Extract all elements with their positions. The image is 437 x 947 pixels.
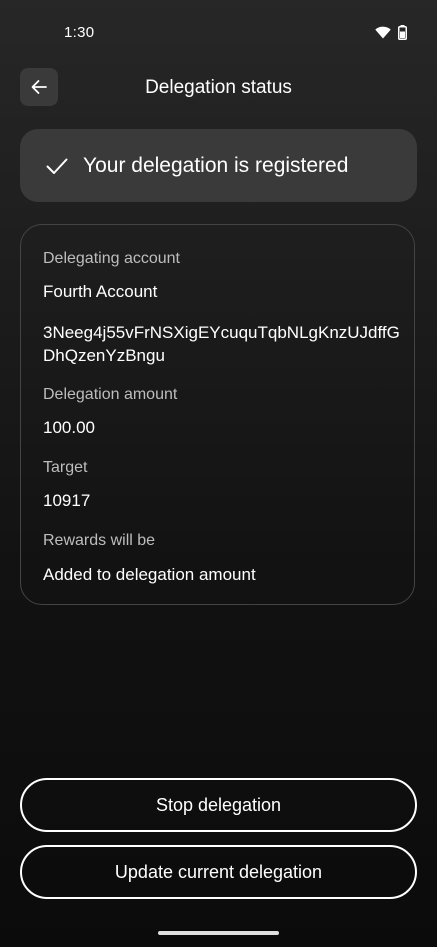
status-icons [375,25,407,40]
checkmark-icon [46,158,68,174]
delegating-account-label: Delegating account [43,250,180,267]
update-delegation-button[interactable]: Update current delegation [20,845,417,899]
target-label: Target [43,459,88,476]
delegation-amount-label: Delegation amount [43,386,178,403]
account-address: 3Neeg4j55vFrNSXigEYcuquTqbNLgKnzUJdffGDh… [43,323,400,365]
target-value: 10917 [43,491,91,510]
registration-banner: Your delegation is registered [20,129,417,202]
stop-delegation-button[interactable]: Stop delegation [20,778,417,832]
header: Delegation status [0,66,437,108]
home-indicator[interactable] [158,931,279,935]
status-time: 1:30 [64,24,95,41]
delegation-amount-value: 100.00 [43,418,95,437]
account-name: Fourth Account [43,282,158,301]
rewards-label: Rewards will be [43,532,156,549]
delegation-details-card: Delegating account Fourth Account 3Neeg4… [20,224,415,605]
status-bar: 1:30 [0,0,437,66]
banner-text: Your delegation is registered [83,153,349,177]
rewards-value: Added to delegation amount [43,565,256,584]
wifi-icon [375,26,391,39]
battery-icon [398,25,407,40]
page-title: Delegation status [145,77,292,98]
